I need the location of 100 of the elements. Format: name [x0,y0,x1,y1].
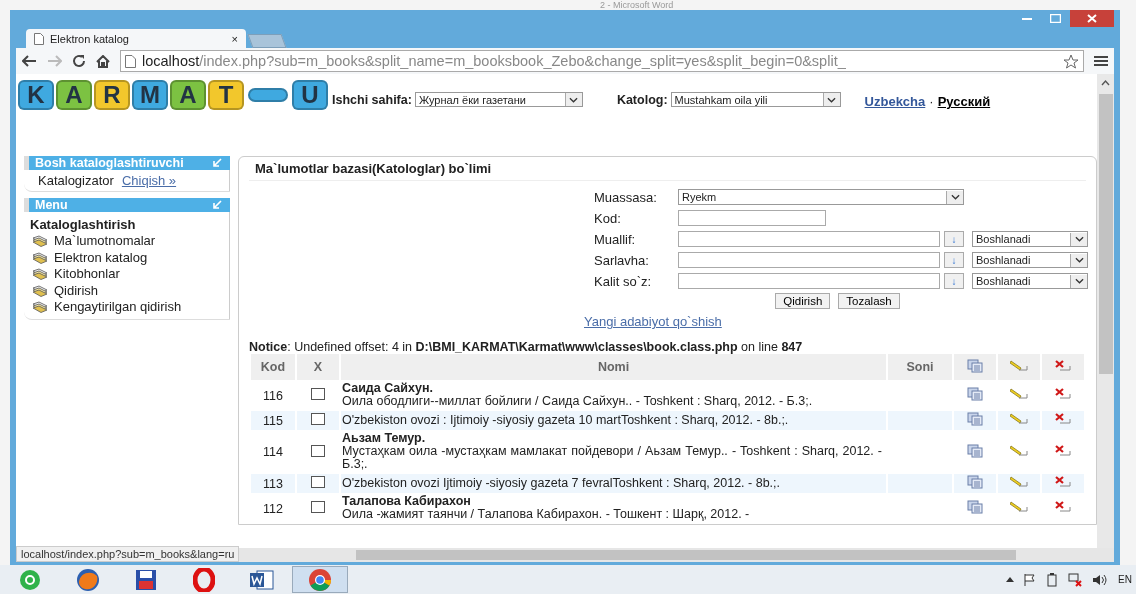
back-arrow-icon[interactable] [22,55,37,67]
book-icon [32,301,48,314]
logo-letter: T [208,80,244,110]
star-icon[interactable] [1063,53,1079,69]
column-header: Soni [888,354,952,380]
php-notice: Notice: Undefined offset: 4 in D:\BMI_KARMAT\Karmat\www\classes\book.class.php on line 847 [249,340,804,354]
scrollbar-thumb[interactable] [356,550,1016,560]
logo-letter: M [132,80,168,110]
pencil-icon[interactable] [1010,476,1028,488]
language-link[interactable]: Русский [937,94,991,109]
pencil-icon[interactable] [1010,388,1028,400]
logout-link[interactable]: Chiqish » [121,173,177,188]
tab-close-button[interactable]: × [231,32,238,45]
logo-letter: A [170,80,206,110]
chevron-up-icon[interactable] [1006,577,1015,582]
code-cell: 113 [251,474,295,493]
input-field[interactable] [678,273,940,289]
arrow-button[interactable]: ↓ [944,252,964,268]
catalog-select[interactable]: Mustahkam oila yili [670,92,841,107]
code-cell-text: 116 [262,387,284,405]
logo-letter: U [292,80,328,110]
delete-icon[interactable] [1054,476,1072,488]
delete-icon[interactable] [1054,413,1072,425]
copy-icon[interactable] [967,358,983,373]
column-header: Kod [251,354,295,380]
delete-icon[interactable] [1054,501,1072,513]
select-field[interactable]: Boshlanadi [972,252,1088,268]
scrollbar-thumb[interactable] [1098,94,1113,374]
book-icon [32,284,48,297]
chrome-circle-icon[interactable] [308,567,332,592]
logo-letter: R [94,80,130,110]
row-checkbox[interactable] [311,388,325,400]
form-button[interactable]: Tozalash [838,293,900,309]
battery-icon[interactable] [1046,572,1059,587]
field-label: Muallif: [594,231,637,247]
menu-item[interactable]: Kitobhonlar [54,266,120,283]
delete-icon[interactable] [1054,388,1072,400]
input-language[interactable]: EN [1118,574,1132,585]
select-field[interactable]: Boshlanadi [972,231,1088,247]
copy-icon[interactable] [967,387,983,401]
logo-letter: K [18,80,54,110]
menu-item[interactable]: Kengaytirilgan qidirish [54,299,182,316]
flag-icon[interactable] [1024,573,1037,586]
menu-item[interactable]: Ma`lumotnomalar [54,233,156,250]
input-field[interactable] [678,210,826,226]
background-window-title: 2 - Microsoft Word [600,0,674,10]
book-icon [32,235,48,248]
document-w-icon[interactable] [249,568,275,591]
work-page-select[interactable]: Журнал ёки газетани [414,92,583,107]
add-literature-link[interactable]: Yangi adabiyot qo`shish [584,314,722,329]
title-cell: Аьзам Темур. Мустаҳкам оила -мустаҳкам мамлакат пойдевори / Аьзам Темур.. - Toshkent : Sharq, 2012. - Б.3;. [342,431,882,473]
menu-item[interactable]: Qidirish [54,282,99,299]
row-checkbox[interactable] [311,413,325,425]
ring-icon[interactable] [193,567,215,592]
status-url: localhost/index.php?sub=m_books&lang=ru [16,546,240,562]
language-link[interactable]: Uzbekcha [864,94,926,109]
input-field[interactable] [678,231,940,247]
row-checkbox[interactable] [311,476,325,488]
book-icon [32,268,48,281]
title-cell-text: Саида Сайхун. Оила ободлиги--миллат бойлиги / Саида Сайхун.. - Toshkent : Sharq, 2012. - Б.3;. [342,381,814,410]
pencil-icon[interactable] [1010,444,1028,457]
catalog-label: Katolog: [616,92,668,107]
select-field[interactable]: Boshlanadi [972,273,1088,289]
input-field[interactable] [678,252,940,268]
pencil-icon[interactable] [1010,359,1028,372]
copy-icon[interactable] [967,412,983,426]
speaker-icon[interactable] [1092,573,1109,586]
browser-tab[interactable]: Elektron katalog × [26,29,246,48]
close-icon[interactable] [1070,10,1114,27]
select-field[interactable]: Ryekm [678,189,964,205]
copy-icon[interactable] [967,443,983,458]
menu-item[interactable]: Elektron katalog [54,249,148,266]
form-button[interactable]: Qidirish [775,293,831,309]
work-page-label: Ishchi sahifa: [332,92,412,107]
column-header: X [297,354,339,380]
title-cell-text: O'zbekiston ovozi : Ijtimoiy -siyosiy gazeta 10 martToshkent : Sharq, 2012. - 8b.;. [342,412,790,429]
delete-icon[interactable] [1054,359,1072,372]
network-error-icon[interactable] [1068,572,1083,587]
row-checkbox[interactable] [311,444,325,457]
menu-icon[interactable] [1094,55,1108,67]
row-checkbox[interactable] [311,501,325,513]
pencil-icon[interactable] [1010,413,1028,425]
home-icon[interactable] [96,54,110,68]
reload-icon[interactable] [72,54,86,68]
arrow-button[interactable]: ↓ [944,231,964,247]
arrow-button[interactable]: ↓ [944,273,964,289]
delete-icon[interactable] [1054,444,1072,457]
field-label: Sarlavha: [594,252,650,268]
field-label: Muassasa: [594,189,658,205]
page-icon [34,32,44,45]
separator-dot: · [929,94,934,109]
page-icon [125,54,136,68]
pencil-icon[interactable] [1010,501,1028,513]
field-label: Kalit so`z: [594,273,653,289]
copy-icon[interactable] [967,500,983,514]
copy-icon[interactable] [967,475,983,489]
menu-section-title: Kataloglashtirish [30,217,137,232]
code-cell-text: 112 [262,500,284,518]
title-cell-text: Талапова Кабирахон Оила -жамият таянчи / Талапова Кабирахон. - Тошкент : Шарқ, 2012. - [342,494,751,523]
address-bar[interactable]: localhost/index.php?sub=m_books&split_name=m_booksbook_Zebo&change_split=yes&split_begin=0&split_ [120,50,1084,72]
